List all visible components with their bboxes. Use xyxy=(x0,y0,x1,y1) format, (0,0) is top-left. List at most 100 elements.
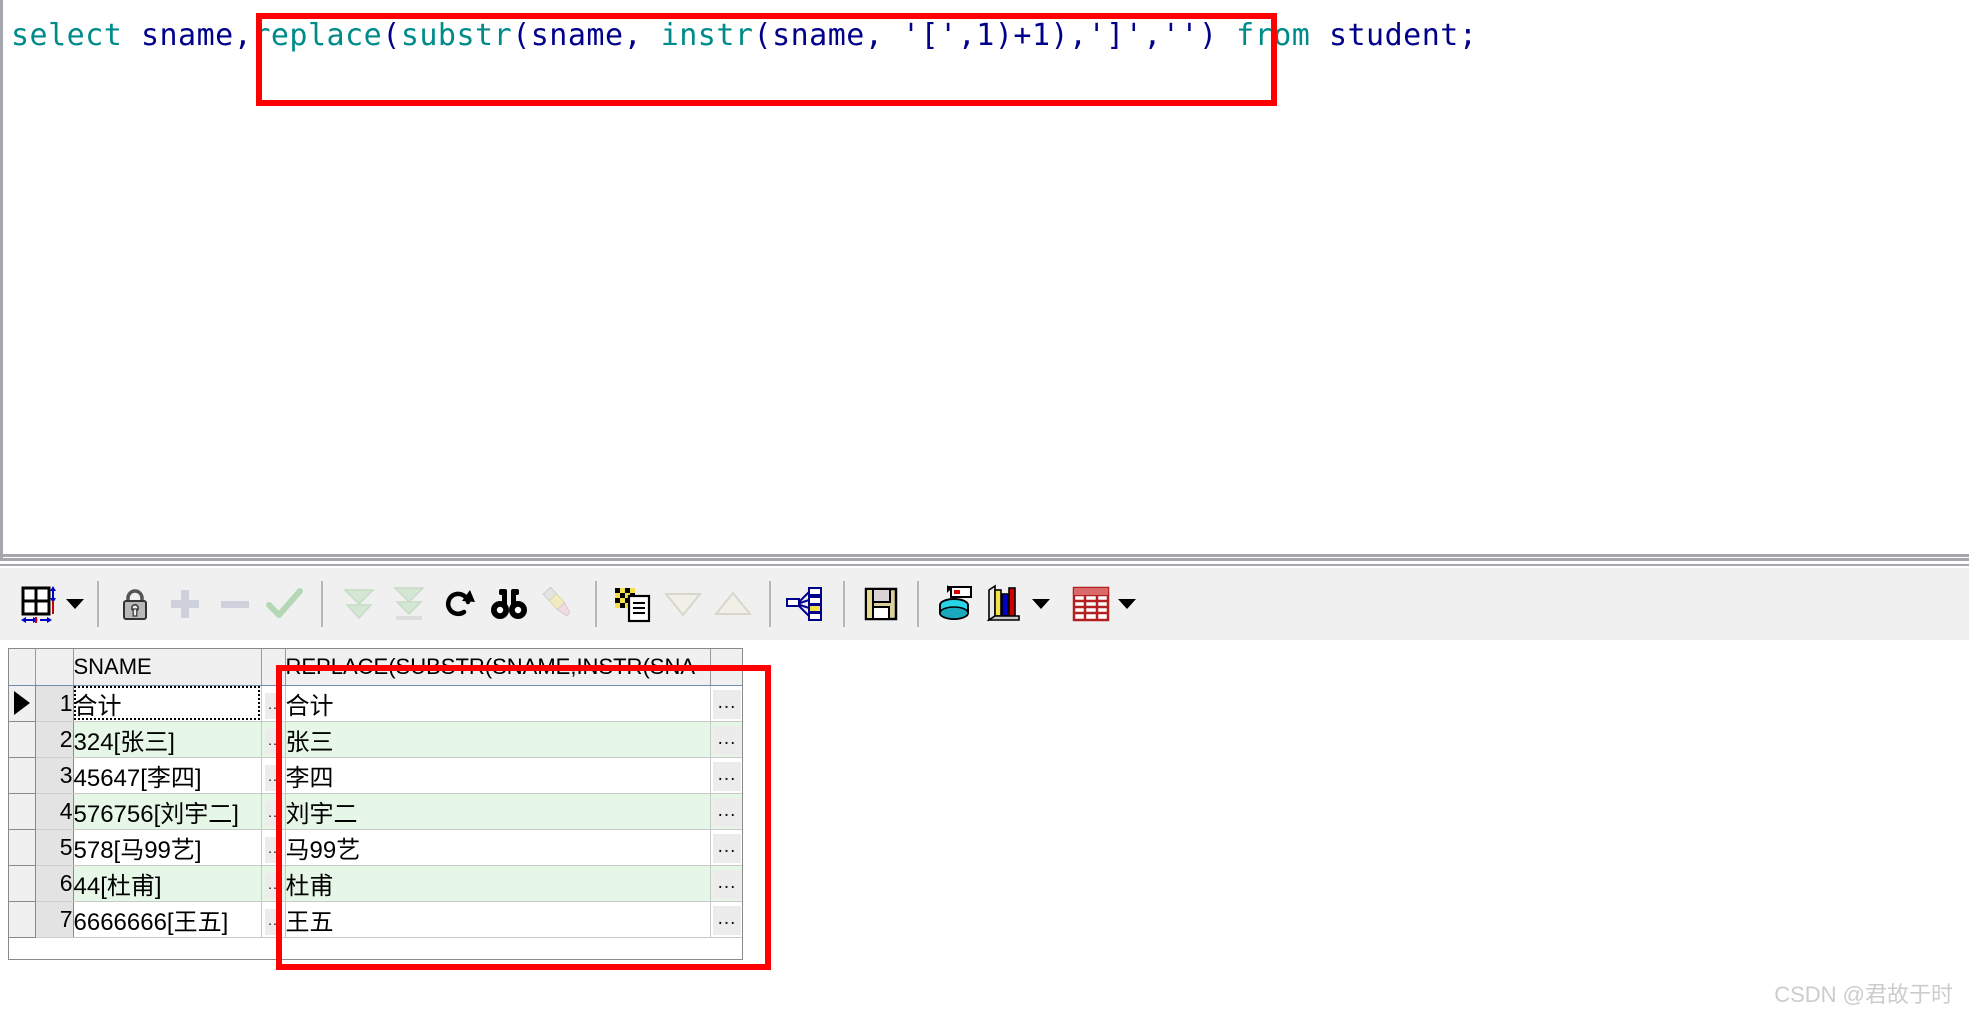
ellipsis-icon[interactable]: .. xyxy=(265,692,281,719)
sort-descending-icon xyxy=(658,578,708,630)
cell-replace-result[interactable]: 合计 xyxy=(285,685,711,722)
cell-sname[interactable]: 324[张三] xyxy=(73,721,262,758)
toolbar-separator xyxy=(843,581,845,627)
toolbar-separator xyxy=(769,581,771,627)
cell-editor-button-sname[interactable]: .. xyxy=(261,721,286,758)
cell-editor-button-result[interactable]: ... xyxy=(710,865,742,902)
table-row[interactable]: 3 45647[李四].. 李四... xyxy=(9,757,742,794)
column-header-replace-expr[interactable]: REPLACE(SUBSTR(SNAME,INSTR(SNA xyxy=(285,649,711,686)
binoculars-icon[interactable] xyxy=(484,578,534,630)
cell-sname[interactable]: 44[杜甫] xyxy=(73,865,262,902)
cell-replace-result[interactable]: 王五 xyxy=(285,901,711,938)
cell-replace-result[interactable]: 马99艺 xyxy=(285,829,711,866)
sql-token: , xyxy=(1143,18,1162,53)
table-row[interactable]: 4 576756[刘宇二].. 刘宇二... xyxy=(9,793,742,830)
ellipsis-icon[interactable]: .. xyxy=(265,836,281,863)
cell-editor-button-result[interactable]: ... xyxy=(710,829,742,866)
cell-replace-result[interactable]: 李四 xyxy=(285,757,711,794)
sql-token: ']' xyxy=(1087,18,1144,53)
cell-editor-button-sname[interactable]: .. xyxy=(261,901,286,938)
row-number[interactable]: 2 xyxy=(35,721,74,758)
chart-icon[interactable] xyxy=(980,578,1030,630)
database-export-icon[interactable] xyxy=(930,578,980,630)
ellipsis-icon[interactable]: ... xyxy=(712,798,742,827)
row-marker[interactable] xyxy=(9,793,36,830)
chart-dropdown-caret[interactable] xyxy=(1030,578,1052,630)
grid-layout-dropdown-caret[interactable] xyxy=(64,578,86,630)
cell-editor-button-sname[interactable]: .. xyxy=(261,793,286,830)
ellipsis-icon[interactable]: .. xyxy=(265,728,281,755)
csdn-watermark: CSDN @君故于时 xyxy=(1774,982,1953,1007)
cell-sname[interactable]: 6666666[王五] xyxy=(73,901,262,938)
query-plan-icon[interactable] xyxy=(782,578,832,630)
table-row[interactable]: 5 578[马99艺].. 马99艺... xyxy=(9,829,742,866)
header-rownum-cell xyxy=(35,649,74,686)
cell-editor-button-sname[interactable]: .. xyxy=(261,865,286,902)
row-number[interactable]: 7 xyxy=(35,901,74,938)
table-row[interactable]: 1 合计.. 合计... xyxy=(9,685,742,722)
editor-bottom-rule xyxy=(0,554,1969,557)
ellipsis-icon[interactable]: .. xyxy=(265,800,281,827)
column-header-sname[interactable]: SNAME xyxy=(73,649,262,686)
cell-editor-button-result[interactable]: ... xyxy=(710,721,742,758)
sql-token: replace xyxy=(252,18,383,53)
fetch-next-page-icon xyxy=(334,578,384,630)
refresh-icon[interactable] xyxy=(434,578,484,630)
current-row-arrow-icon xyxy=(13,691,30,715)
sort-ascending-icon xyxy=(708,578,758,630)
cell-sname[interactable]: 45647[李四] xyxy=(73,757,262,794)
row-marker[interactable] xyxy=(9,721,36,758)
highlighter-icon xyxy=(534,578,584,630)
ellipsis-icon[interactable]: .. xyxy=(265,908,281,935)
cell-replace-result[interactable]: 张三 xyxy=(285,721,711,758)
table-row[interactable]: 7 6666666[王五].. 王五... xyxy=(9,901,742,938)
cell-replace-result[interactable]: 刘宇二 xyxy=(285,793,711,830)
table-grid-dropdown-caret[interactable] xyxy=(1116,578,1138,630)
row-marker[interactable] xyxy=(9,757,36,794)
ellipsis-icon[interactable]: .. xyxy=(265,872,281,899)
sql-editor-pane[interactable]: select sname,replace(substr(sname, instr… xyxy=(0,0,1969,560)
cell-sname[interactable]: 578[马99艺] xyxy=(73,829,262,866)
header-marker-cell xyxy=(9,649,36,686)
save-icon[interactable] xyxy=(856,578,906,630)
cell-editor-button-result[interactable]: ... xyxy=(710,793,742,830)
cell-editor-button-result[interactable]: ... xyxy=(710,901,742,938)
cell-editor-button-sname[interactable]: .. xyxy=(261,685,286,722)
row-marker[interactable] xyxy=(9,829,36,866)
cell-replace-result[interactable]: 杜甫 xyxy=(285,865,711,902)
table-row[interactable]: 2 324[张三].. 张三... xyxy=(9,721,742,758)
results-toolbar[interactable] xyxy=(0,568,1969,640)
pane-splitter[interactable] xyxy=(0,558,1969,566)
row-number[interactable]: 6 xyxy=(35,865,74,902)
cell-sname[interactable]: 合计 xyxy=(73,685,262,722)
grid-layout-icon[interactable] xyxy=(14,578,64,630)
table-grid-icon[interactable] xyxy=(1066,578,1116,630)
copy-to-clipboard-icon[interactable] xyxy=(608,578,658,630)
result-grid[interactable]: SNAME REPLACE(SUBSTR(SNAME,INSTR(SNA 1 合计… xyxy=(8,648,743,960)
ellipsis-icon[interactable]: ... xyxy=(712,726,742,755)
row-marker[interactable] xyxy=(9,865,36,902)
lock-icon[interactable] xyxy=(110,578,160,630)
ellipsis-icon[interactable]: ... xyxy=(712,906,742,935)
ellipsis-icon[interactable]: ... xyxy=(712,834,742,863)
ellipsis-icon[interactable]: ... xyxy=(712,690,742,719)
sql-token: , xyxy=(864,18,902,53)
row-number[interactable]: 3 xyxy=(35,757,74,794)
sql-token: ( xyxy=(512,18,531,53)
row-number[interactable]: 4 xyxy=(35,793,74,830)
ellipsis-icon[interactable]: .. xyxy=(265,764,281,791)
row-number[interactable]: 1 xyxy=(35,685,74,722)
table-header-row: SNAME REPLACE(SUBSTR(SNAME,INSTR(SNA xyxy=(9,649,742,686)
current-row-marker[interactable] xyxy=(9,685,36,722)
row-marker[interactable] xyxy=(9,901,36,938)
cell-editor-button-result[interactable]: ... xyxy=(710,757,742,794)
table-row[interactable]: 6 44[杜甫].. 杜甫... xyxy=(9,865,742,902)
cell-editor-button-sname[interactable]: .. xyxy=(261,757,286,794)
cell-editor-button-result[interactable]: ... xyxy=(710,685,742,722)
ellipsis-icon[interactable]: ... xyxy=(712,762,742,791)
cell-editor-button-sname[interactable]: .. xyxy=(261,829,286,866)
sql-statement-text[interactable]: select sname,replace(substr(sname, instr… xyxy=(11,18,1477,53)
ellipsis-icon[interactable]: ... xyxy=(712,870,742,899)
cell-sname[interactable]: 576756[刘宇二] xyxy=(73,793,262,830)
row-number[interactable]: 5 xyxy=(35,829,74,866)
